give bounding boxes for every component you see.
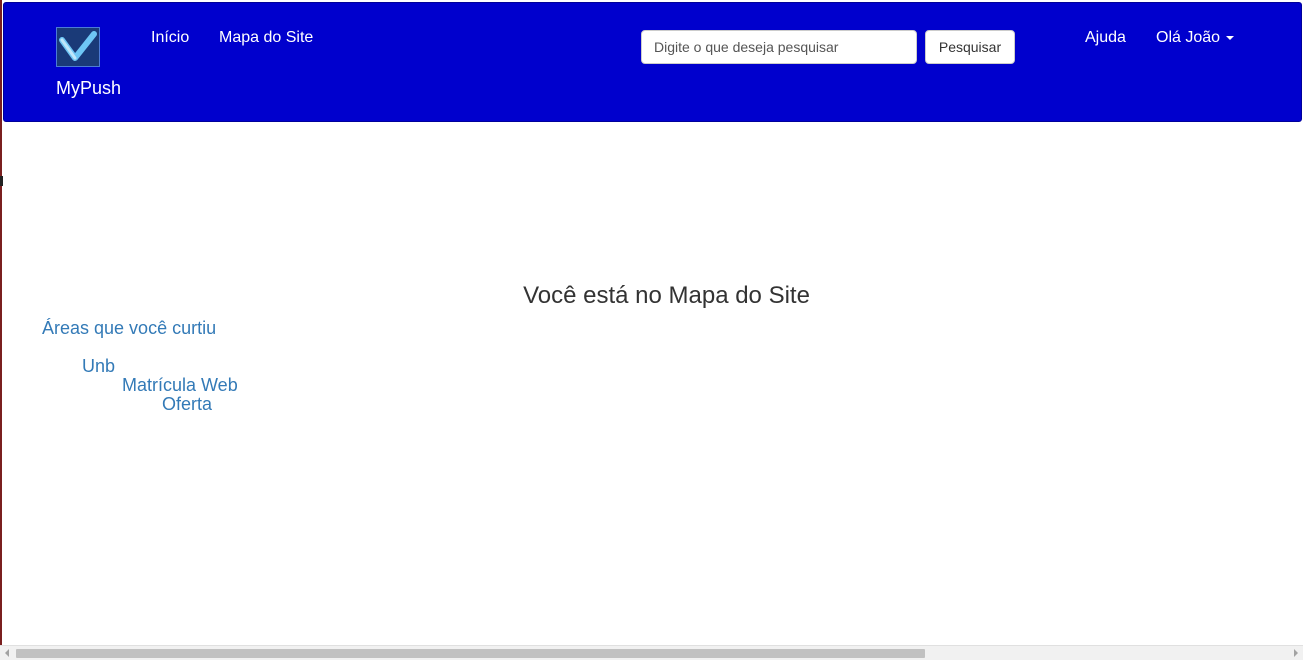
top-navbar: MyPush Início Mapa do Site Pesquisar Aju… bbox=[3, 2, 1302, 122]
horizontal-scrollbar[interactable] bbox=[0, 645, 1303, 660]
sitemap-item-unb[interactable]: Unb bbox=[82, 356, 115, 377]
user-menu-label: Olá João bbox=[1156, 29, 1221, 46]
sitemap-item-matricula-web[interactable]: Matrícula Web bbox=[122, 375, 238, 396]
page: MyPush Início Mapa do Site Pesquisar Aju… bbox=[0, 0, 1303, 660]
sitemap-item-oferta[interactable]: Oferta bbox=[162, 394, 212, 415]
user-menu-toggle[interactable]: Olá João bbox=[1156, 29, 1235, 47]
nav-link-mapa-do-site[interactable]: Mapa do Site bbox=[219, 29, 313, 47]
scroll-left-arrow-icon[interactable] bbox=[5, 649, 9, 657]
window-edge bbox=[0, 0, 2, 660]
sitemap-root-liked-areas[interactable]: Áreas que você curtiu bbox=[42, 318, 216, 339]
nav-link-inicio[interactable]: Início bbox=[151, 29, 189, 47]
scrollbar-thumb[interactable] bbox=[16, 649, 925, 658]
checkmark-logo-icon[interactable] bbox=[56, 27, 100, 67]
page-title: Você está no Mapa do Site bbox=[523, 282, 810, 309]
caret-down-icon bbox=[1226, 35, 1235, 40]
search-button[interactable]: Pesquisar bbox=[925, 30, 1015, 64]
search-input[interactable] bbox=[641, 30, 917, 64]
nav-link-ajuda[interactable]: Ajuda bbox=[1085, 29, 1126, 47]
scroll-right-arrow-icon[interactable] bbox=[1294, 649, 1298, 657]
brand-name[interactable]: MyPush bbox=[56, 78, 121, 99]
window-edge-marker bbox=[0, 176, 3, 186]
